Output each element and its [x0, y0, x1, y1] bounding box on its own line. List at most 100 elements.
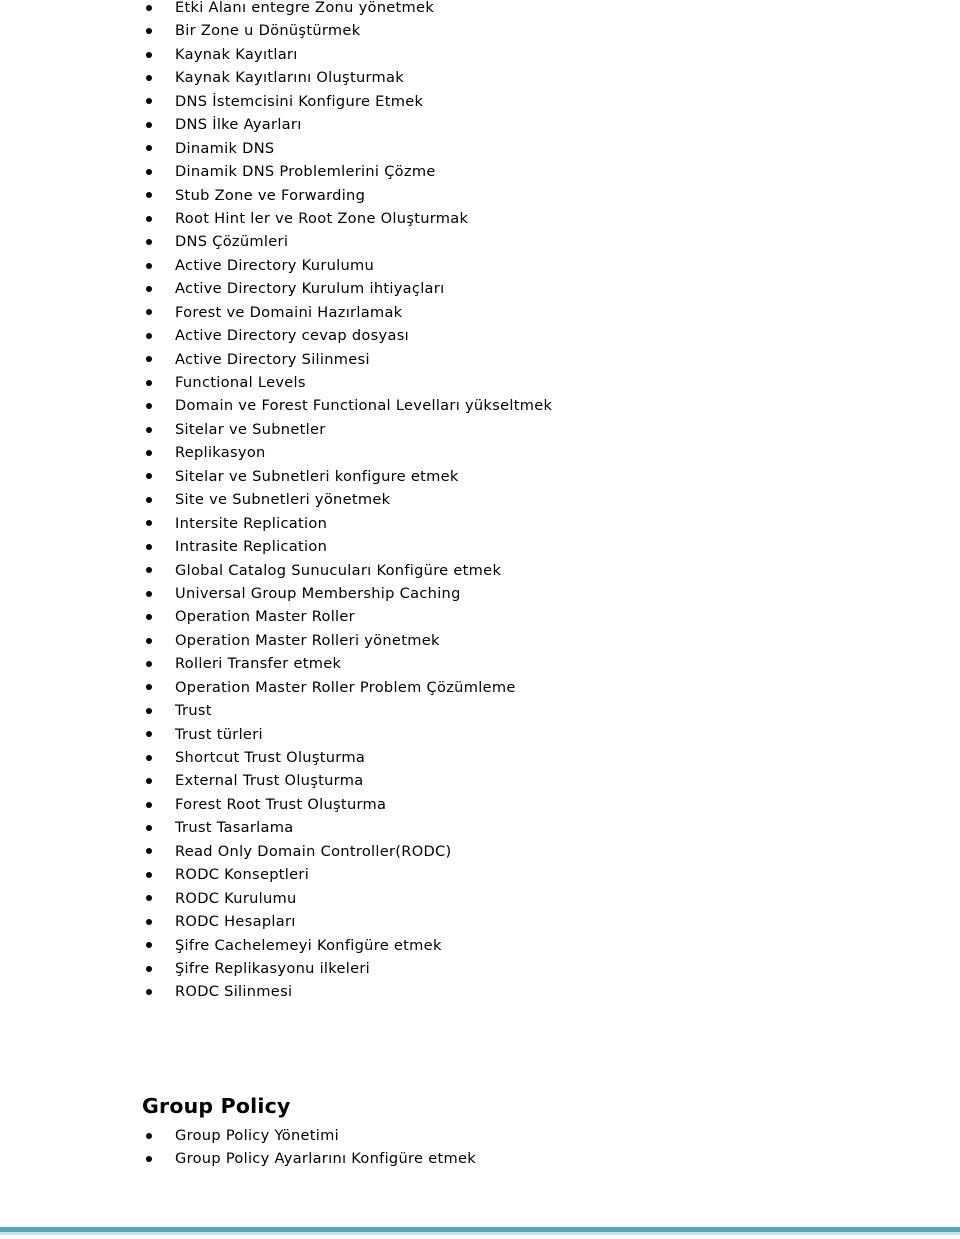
list-item: Trust türleri	[0, 723, 552, 746]
list-item-label: Dinamik DNS	[175, 139, 275, 157]
list-item: DNS İstemcisini Konfigure Etmek	[0, 90, 552, 113]
list-item-label: Operation Master Roller Problem Çözümlem…	[175, 678, 516, 696]
list-item-label: Bir Zone u Dönüştürmek	[175, 22, 361, 40]
bullet-dot-icon	[146, 403, 152, 410]
list-item-label: Operation Master Roller	[175, 608, 355, 626]
bullet-dot-icon	[146, 379, 152, 386]
list-item: RODC Kurulumu	[0, 887, 552, 910]
list-item: RODC Hesapları	[0, 910, 552, 933]
list-item-label: Group Policy Yönetimi	[175, 1127, 339, 1144]
list-item-label: Replikasyon	[175, 444, 266, 462]
bullet-dot-icon	[146, 567, 152, 574]
bullet-dot-icon	[146, 4, 152, 11]
list-item-label: Universal Group Membership Caching	[175, 584, 461, 602]
list-item: Operation Master Roller	[0, 605, 552, 628]
footer-divider-rule-shadow	[0, 1232, 960, 1235]
bullet-dot-icon	[146, 825, 152, 832]
bullet-dot-icon	[146, 239, 152, 246]
bullet-dot-icon	[146, 168, 152, 175]
list-item: Bir Zone u Dönüştürmek	[0, 19, 552, 42]
bullet-dot-icon	[146, 637, 152, 644]
bullet-dot-icon	[146, 309, 152, 316]
list-item: Shortcut Trust Oluşturma	[0, 746, 552, 769]
bullet-dot-icon	[146, 426, 152, 433]
list-item-label: Intersite Replication	[175, 514, 328, 532]
bullet-dot-icon	[146, 75, 152, 82]
bullet-dot-icon	[146, 731, 152, 738]
bullet-dot-icon	[146, 496, 152, 503]
list-item-label: Group Policy Ayarlarını Konfigüre etmek	[175, 1150, 477, 1168]
bullet-dot-icon	[146, 121, 152, 128]
list-item-label: Active Directory Silinmesi	[175, 350, 370, 368]
list-item-label: Rolleri Transfer etmek	[175, 655, 342, 673]
list-item: Root Hint ler ve Root Zone Oluşturmak	[0, 207, 552, 230]
list-item: Active Directory cevap dosyası	[0, 324, 552, 347]
list-item: DNS Çözümleri	[0, 230, 552, 253]
list-item-label: Trust türleri	[175, 725, 263, 743]
list-item: Trust	[0, 699, 552, 722]
bullet-dot-icon	[146, 520, 152, 527]
group-policy-list: Group Policy Yönetimi Group Policy Ayarla…	[0, 1124, 476, 1171]
list-item-label: Şifre Replikasyonu ilkeleri	[175, 959, 371, 977]
list-item: Domain ve Forest Functional Levelları yü…	[0, 394, 552, 417]
list-item: Intrasite Replication	[0, 535, 552, 558]
list-item: Trust Tasarlama	[0, 816, 552, 839]
list-item-label: Forest ve Domaini Hazırlamak	[175, 303, 403, 321]
bullet-dot-icon	[146, 989, 152, 996]
list-item: Kaynak Kayıtlarını Oluşturmak	[0, 66, 552, 89]
list-item: Functional Levels	[0, 371, 552, 394]
list-item: Global Catalog Sunucuları Konfigüre etme…	[0, 559, 552, 582]
list-item-label: Sitelar ve Subnetler	[175, 420, 326, 438]
group-policy-list-block: Group Policy Yönetimi Group Policy Ayarla…	[0, 1124, 476, 1171]
list-item: DNS İlke Ayarları	[0, 113, 552, 136]
list-item-label: RODC Kurulumu	[175, 889, 297, 907]
list-item-label: Active Directory Kurulum ihtiyaçları	[175, 280, 445, 298]
list-item: Operation Master Rolleri yönetmek	[0, 629, 552, 652]
bullet-dot-icon	[146, 871, 152, 878]
bullet-dot-icon	[146, 801, 152, 808]
bullet-dot-icon	[146, 473, 152, 480]
list-item-label: Şifre Cachelemeyi Konfigüre etmek	[175, 936, 442, 954]
bullet-dot-icon	[146, 1132, 152, 1139]
list-item: Universal Group Membership Caching	[0, 582, 552, 605]
list-item: RODC Silinmesi	[0, 980, 552, 1003]
bullet-dot-icon	[146, 848, 152, 855]
list-item: Kaynak Kayıtları	[0, 43, 552, 66]
bullet-dot-icon	[146, 754, 152, 761]
list-item-label: External Trust Oluşturma	[175, 772, 364, 790]
list-item-label: Kaynak Kayıtları	[175, 45, 298, 63]
bullet-dot-icon	[146, 895, 152, 902]
list-item-label: DNS İstemcisini Konfigure Etmek	[175, 92, 424, 110]
bullet-dot-icon	[146, 590, 152, 597]
bullet-dot-icon	[146, 965, 152, 972]
list-item: Rolleri Transfer etmek	[0, 652, 552, 675]
list-item-label: Functional Levels	[175, 374, 306, 391]
list-item-label: Kaynak Kayıtlarını Oluşturmak	[175, 69, 405, 87]
bullet-dot-icon	[146, 614, 152, 621]
list-item: Forest ve Domaini Hazırlamak	[0, 301, 552, 324]
bullet-dot-icon	[146, 285, 152, 292]
list-item-label: RODC Silinmesi	[175, 983, 293, 1001]
main-topic-list: Etki Alanı entegre Zonu yönetmek Bir Zone…	[0, 0, 552, 1004]
bullet-dot-icon	[146, 332, 152, 339]
list-item-label: Global Catalog Sunucuları Konfigüre etme…	[175, 561, 502, 579]
list-item: Active Directory Silinmesi	[0, 348, 552, 371]
list-item-label: Trust Tasarlama	[175, 819, 294, 837]
list-item-label: Active Directory Kurulumu	[175, 256, 375, 274]
bullet-dot-icon	[146, 51, 152, 58]
bullet-dot-icon	[146, 918, 152, 925]
list-item-label: Sitelar ve Subnetleri konfigure etmek	[175, 467, 459, 485]
list-item: Replikasyon	[0, 441, 552, 464]
list-item: Etki Alanı entegre Zonu yönetmek	[0, 0, 552, 19]
list-item-label: DNS İlke Ayarları	[175, 116, 302, 134]
list-item: Şifre Cachelemeyi Konfigüre etmek	[0, 934, 552, 957]
list-item: Group Policy Yönetimi	[0, 1124, 476, 1147]
list-item: Sitelar ve Subnetler	[0, 418, 552, 441]
list-item-label: Forest Root Trust Oluşturma	[175, 795, 387, 813]
list-item: Dinamik DNS	[0, 137, 552, 160]
list-item-label: DNS Çözümleri	[175, 233, 289, 251]
list-item: Site ve Subnetleri yönetmek	[0, 488, 552, 511]
list-item: Active Directory Kurulumu	[0, 254, 552, 277]
bullet-dot-icon	[146, 215, 152, 222]
list-item-label: Shortcut Trust Oluşturma	[175, 749, 366, 766]
